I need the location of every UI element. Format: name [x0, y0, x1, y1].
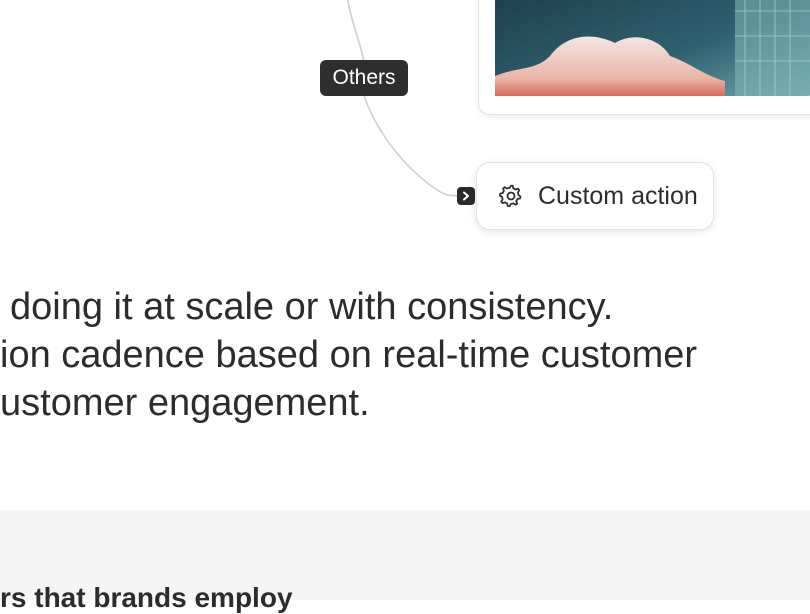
section-heading: rs that brands employ [0, 582, 293, 613]
chevron-right-icon[interactable] [457, 187, 475, 205]
image-thumbnail [495, 0, 810, 96]
body-paragraph: doing it at scale or with consistency. i… [0, 283, 810, 427]
custom-action-node[interactable]: Custom action [476, 162, 714, 230]
body-line: ion cadence based on real-time customer [0, 334, 698, 376]
body-line: doing it at scale or with consistency. [10, 286, 614, 328]
custom-action-label: Custom action [538, 181, 698, 210]
gear-icon [498, 184, 522, 208]
body-line: ustomer engagement. [0, 382, 370, 424]
branch-label-others: Others [320, 60, 408, 96]
image-card [478, 0, 810, 115]
